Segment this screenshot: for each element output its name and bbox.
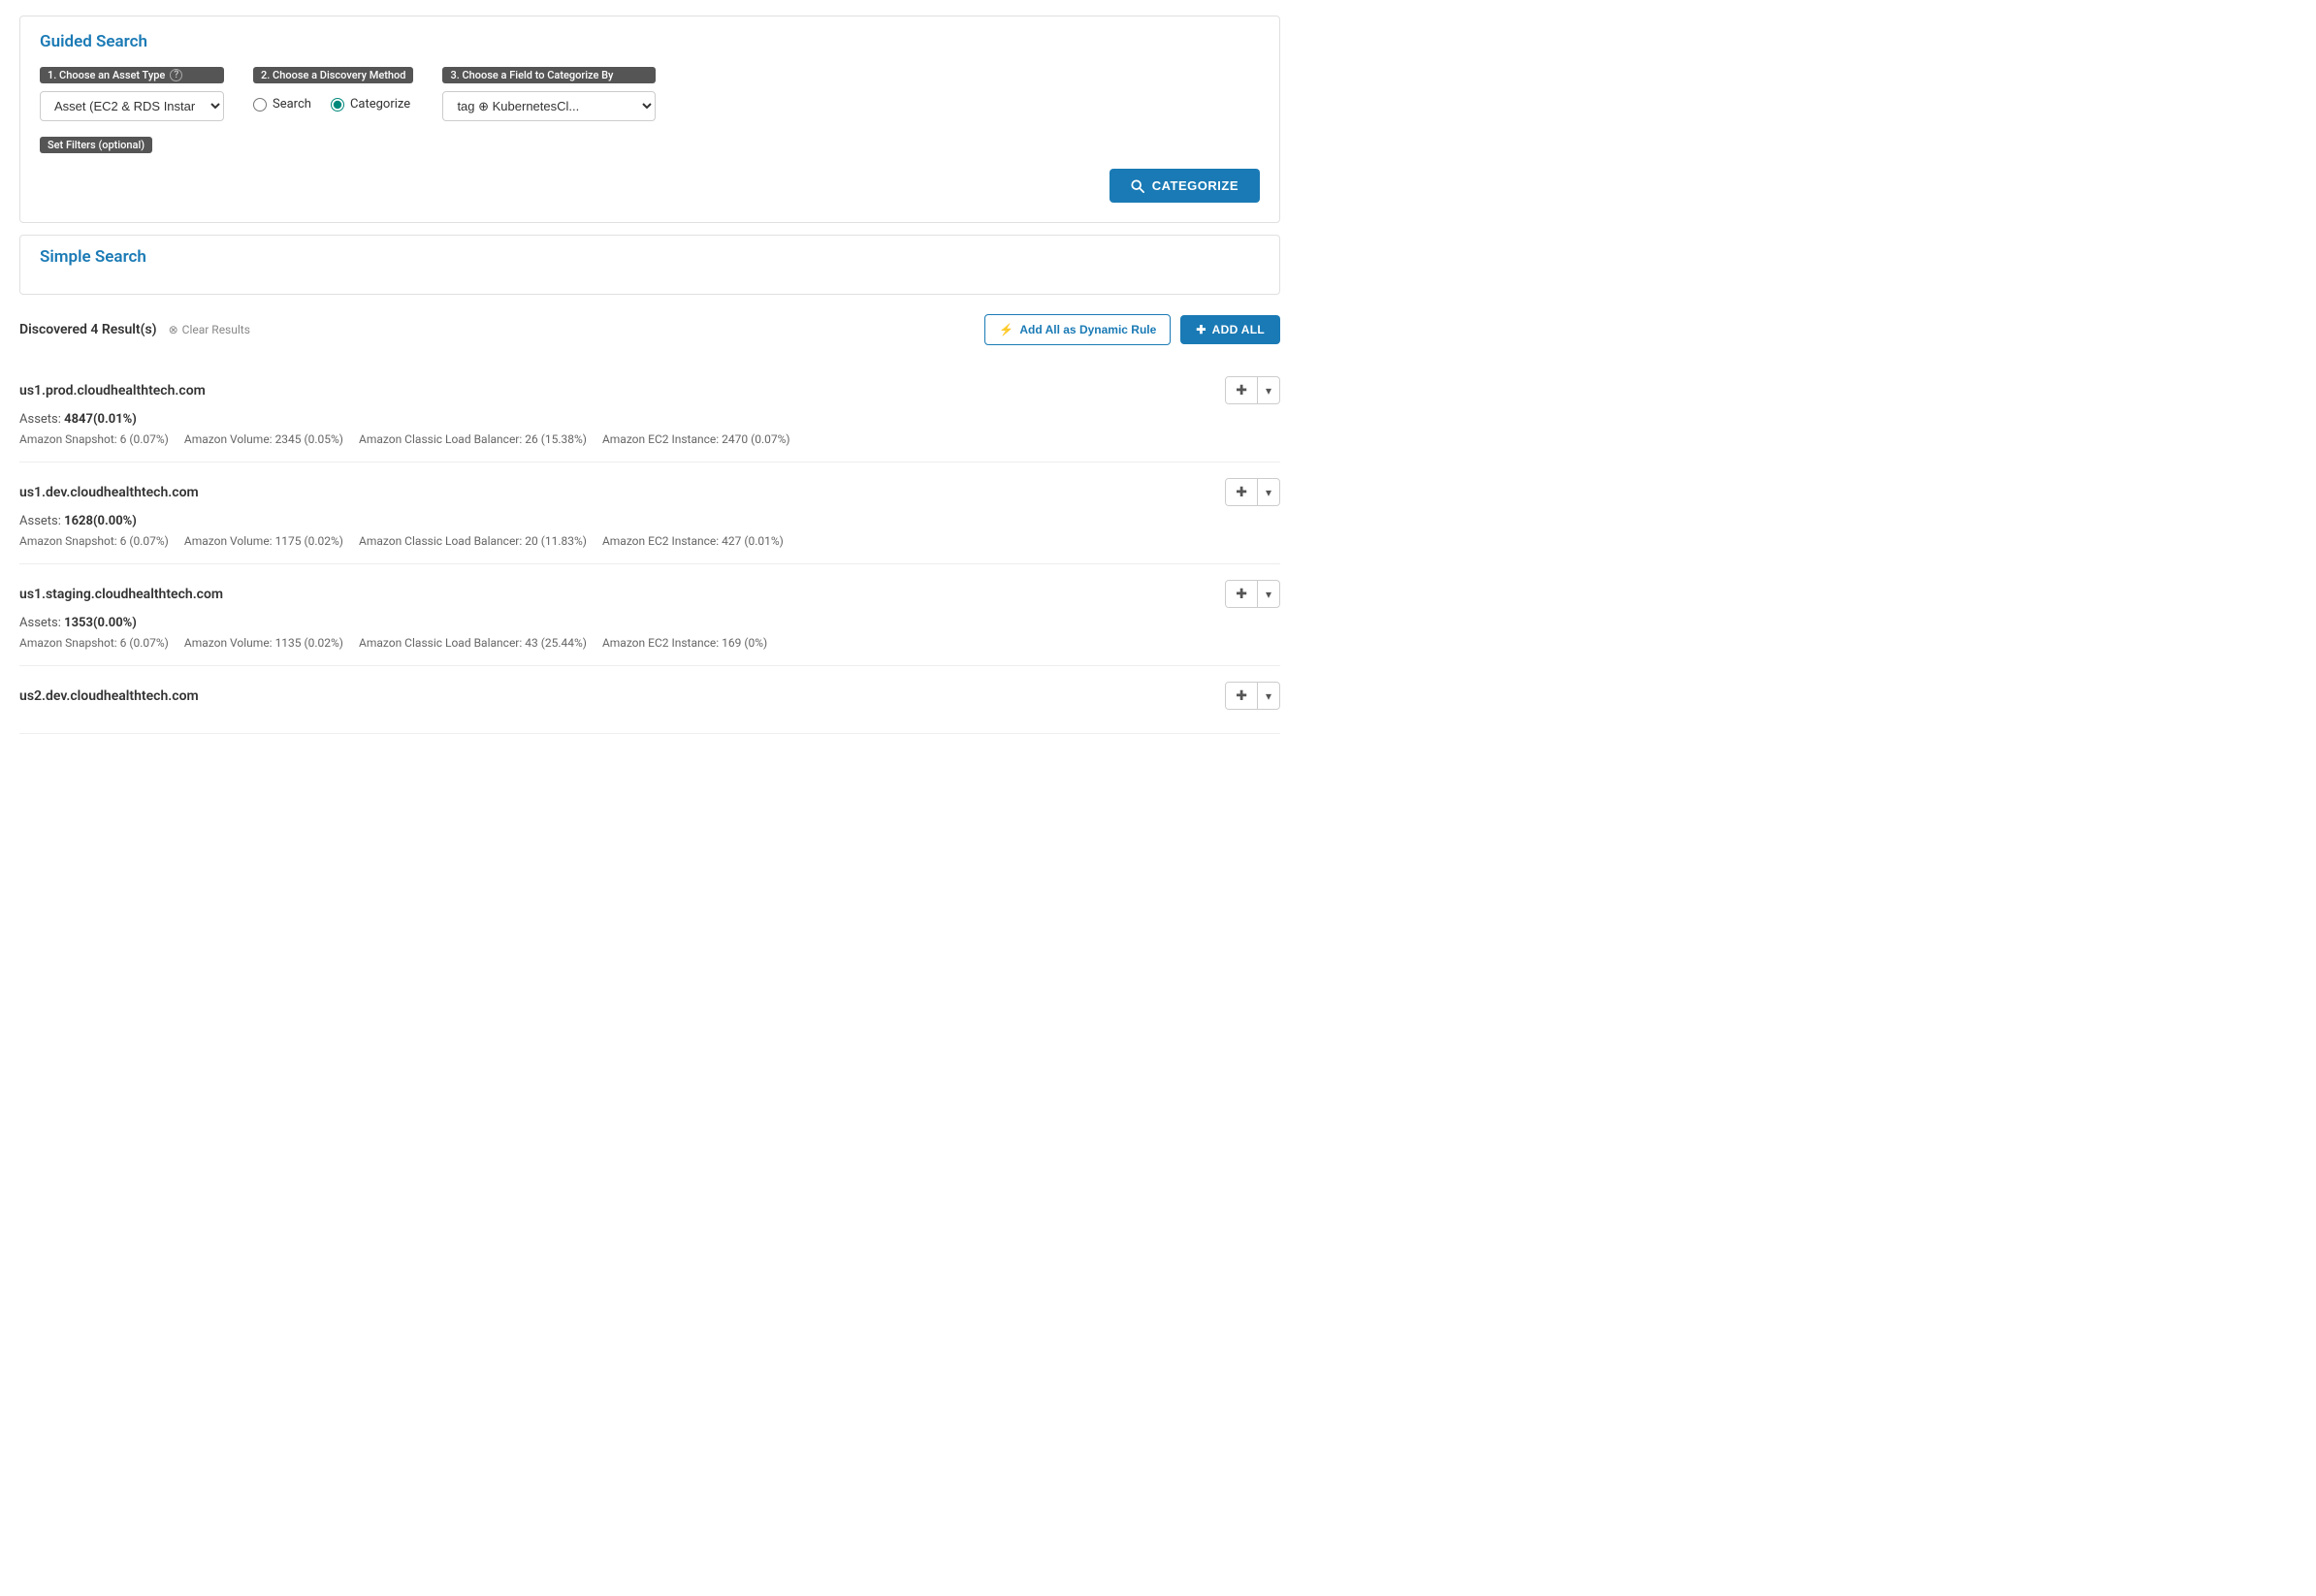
detail-0-3: Amazon EC2 Instance: 2470 (0.07%) <box>602 432 790 446</box>
guided-search-title: Guided Search <box>40 32 1260 51</box>
assets-line-0: Assets: 4847(0.01%) <box>19 412 1280 427</box>
add-split-button-3: ✚ ▾ <box>1225 682 1280 710</box>
detail-2-2: Amazon Classic Load Balancer: 43 (25.44%… <box>359 636 587 650</box>
result-item-header-2: us1.staging.cloudhealthtech.com ✚ ▾ <box>19 580 1280 608</box>
detail-2-1: Amazon Volume: 1135 (0.02%) <box>184 636 343 650</box>
results-actions: ⚡ Add All as Dynamic Rule ✚ ADD ALL <box>984 314 1280 345</box>
result-hostname-3: us2.dev.cloudhealthtech.com <box>19 688 199 704</box>
step3-label: 3. Choose a Field to Categorize By <box>442 67 656 83</box>
filters-row: Set Filters (optional) <box>40 137 1260 153</box>
asset-details-0: Amazon Snapshot: 6 (0.07%) Amazon Volume… <box>19 432 1280 446</box>
add-dropdown-button-1[interactable]: ▾ <box>1258 481 1279 504</box>
detail-2-3: Amazon EC2 Instance: 169 (0%) <box>602 636 767 650</box>
add-main-button-3[interactable]: ✚ <box>1226 683 1258 709</box>
detail-1-1: Amazon Volume: 1175 (0.02%) <box>184 534 343 548</box>
result-item-actions-0: ✚ ▾ <box>1225 376 1280 404</box>
step3-group: 3. Choose a Field to Categorize By tag ⊕… <box>442 67 656 121</box>
result-item-header-0: us1.prod.cloudhealthtech.com ✚ ▾ <box>19 376 1280 404</box>
result-item: us1.prod.cloudhealthtech.com ✚ ▾ Assets:… <box>19 361 1280 463</box>
detail-1-2: Amazon Classic Load Balancer: 20 (11.83%… <box>359 534 587 548</box>
help-icon[interactable]: ? <box>170 69 182 81</box>
results-section: Discovered 4 Result(s) ⊗ Clear Results ⚡… <box>19 314 1280 734</box>
filters-label[interactable]: Set Filters (optional) <box>40 137 152 153</box>
result-hostname-0: us1.prod.cloudhealthtech.com <box>19 383 206 399</box>
simple-search-title: Simple Search <box>40 247 1260 267</box>
categorize-button[interactable]: CATEGORIZE <box>1110 169 1260 203</box>
step1-group: 1. Choose an Asset Type ? Asset (EC2 & R… <box>40 67 224 121</box>
result-item-actions-3: ✚ ▾ <box>1225 682 1280 710</box>
asset-details-2: Amazon Snapshot: 6 (0.07%) Amazon Volume… <box>19 636 1280 650</box>
assets-line-1: Assets: 1628(0.00%) <box>19 514 1280 528</box>
add-dropdown-button-0[interactable]: ▾ <box>1258 379 1279 402</box>
assets-count-0: 4847(0.01%) <box>64 412 137 427</box>
chevron-down-icon-1: ▾ <box>1266 486 1271 499</box>
assets-count-2: 1353(0.00%) <box>64 616 137 630</box>
add-dropdown-button-2[interactable]: ▾ <box>1258 583 1279 606</box>
simple-search-section: Simple Search <box>19 235 1280 295</box>
result-hostname-1: us1.dev.cloudhealthtech.com <box>19 485 199 500</box>
add-dropdown-button-3[interactable]: ▾ <box>1258 685 1279 708</box>
search-radio[interactable] <box>253 98 267 112</box>
asset-details-1: Amazon Snapshot: 6 (0.07%) Amazon Volume… <box>19 534 1280 548</box>
close-icon: ⊗ <box>169 323 178 336</box>
add-main-button-1[interactable]: ✚ <box>1226 479 1258 505</box>
detail-0-1: Amazon Volume: 2345 (0.05%) <box>184 432 343 446</box>
step2-label: 2. Choose a Discovery Method <box>253 67 413 83</box>
add-dynamic-rule-button[interactable]: ⚡ Add All as Dynamic Rule <box>984 314 1171 345</box>
detail-2-0: Amazon Snapshot: 6 (0.07%) <box>19 636 169 650</box>
result-item-actions-1: ✚ ▾ <box>1225 478 1280 506</box>
add-main-button-2[interactable]: ✚ <box>1226 581 1258 607</box>
categorize-radio[interactable] <box>331 98 344 112</box>
plus-icon: ✚ <box>1196 323 1206 336</box>
result-item-header-3: us2.dev.cloudhealthtech.com ✚ ▾ <box>19 682 1280 710</box>
asset-type-select[interactable]: Asset (EC2 & RDS Instar <box>40 91 224 121</box>
clear-results-button[interactable]: ⊗ Clear Results <box>169 323 250 336</box>
search-radio-option[interactable]: Search <box>253 97 311 112</box>
step1-label: 1. Choose an Asset Type ? <box>40 67 224 83</box>
plus-icon-0: ✚ <box>1236 382 1247 399</box>
detail-1-0: Amazon Snapshot: 6 (0.07%) <box>19 534 169 548</box>
plus-icon-1: ✚ <box>1236 484 1247 500</box>
result-item: us1.staging.cloudhealthtech.com ✚ ▾ Asse… <box>19 564 1280 666</box>
plus-icon-2: ✚ <box>1236 586 1247 602</box>
result-item-header-1: us1.dev.cloudhealthtech.com ✚ ▾ <box>19 478 1280 506</box>
results-left: Discovered 4 Result(s) ⊗ Clear Results <box>19 322 250 337</box>
plus-icon-3: ✚ <box>1236 687 1247 704</box>
detail-0-0: Amazon Snapshot: 6 (0.07%) <box>19 432 169 446</box>
chevron-down-icon: ▾ <box>1266 384 1271 398</box>
assets-line-2: Assets: 1353(0.00%) <box>19 616 1280 630</box>
result-item-actions-2: ✚ ▾ <box>1225 580 1280 608</box>
result-item: us1.dev.cloudhealthtech.com ✚ ▾ Assets: … <box>19 463 1280 564</box>
add-split-button-0: ✚ ▾ <box>1225 376 1280 404</box>
categorize-btn-row: CATEGORIZE <box>40 169 1260 203</box>
categorize-radio-option[interactable]: Categorize <box>331 97 410 112</box>
add-main-button-0[interactable]: ✚ <box>1226 377 1258 403</box>
detail-0-2: Amazon Classic Load Balancer: 26 (15.38%… <box>359 432 587 446</box>
add-split-button-2: ✚ ▾ <box>1225 580 1280 608</box>
results-count: Discovered 4 Result(s) <box>19 322 157 337</box>
lightning-icon: ⚡ <box>999 323 1013 336</box>
field-select[interactable]: tag ⊕ KubernetesCl... <box>442 91 656 121</box>
step2-group: 2. Choose a Discovery Method Search Cate… <box>253 67 413 117</box>
results-header: Discovered 4 Result(s) ⊗ Clear Results ⚡… <box>19 314 1280 345</box>
add-split-button-1: ✚ ▾ <box>1225 478 1280 506</box>
discovery-method-group: Search Categorize <box>253 91 413 117</box>
detail-1-3: Amazon EC2 Instance: 427 (0.01%) <box>602 534 784 548</box>
result-hostname-2: us1.staging.cloudhealthtech.com <box>19 587 223 602</box>
add-all-button[interactable]: ✚ ADD ALL <box>1180 315 1280 344</box>
result-item: us2.dev.cloudhealthtech.com ✚ ▾ <box>19 666 1280 734</box>
search-icon <box>1131 179 1144 193</box>
chevron-down-icon-2: ▾ <box>1266 588 1271 601</box>
assets-count-1: 1628(0.00%) <box>64 514 137 528</box>
chevron-down-icon-3: ▾ <box>1266 689 1271 703</box>
